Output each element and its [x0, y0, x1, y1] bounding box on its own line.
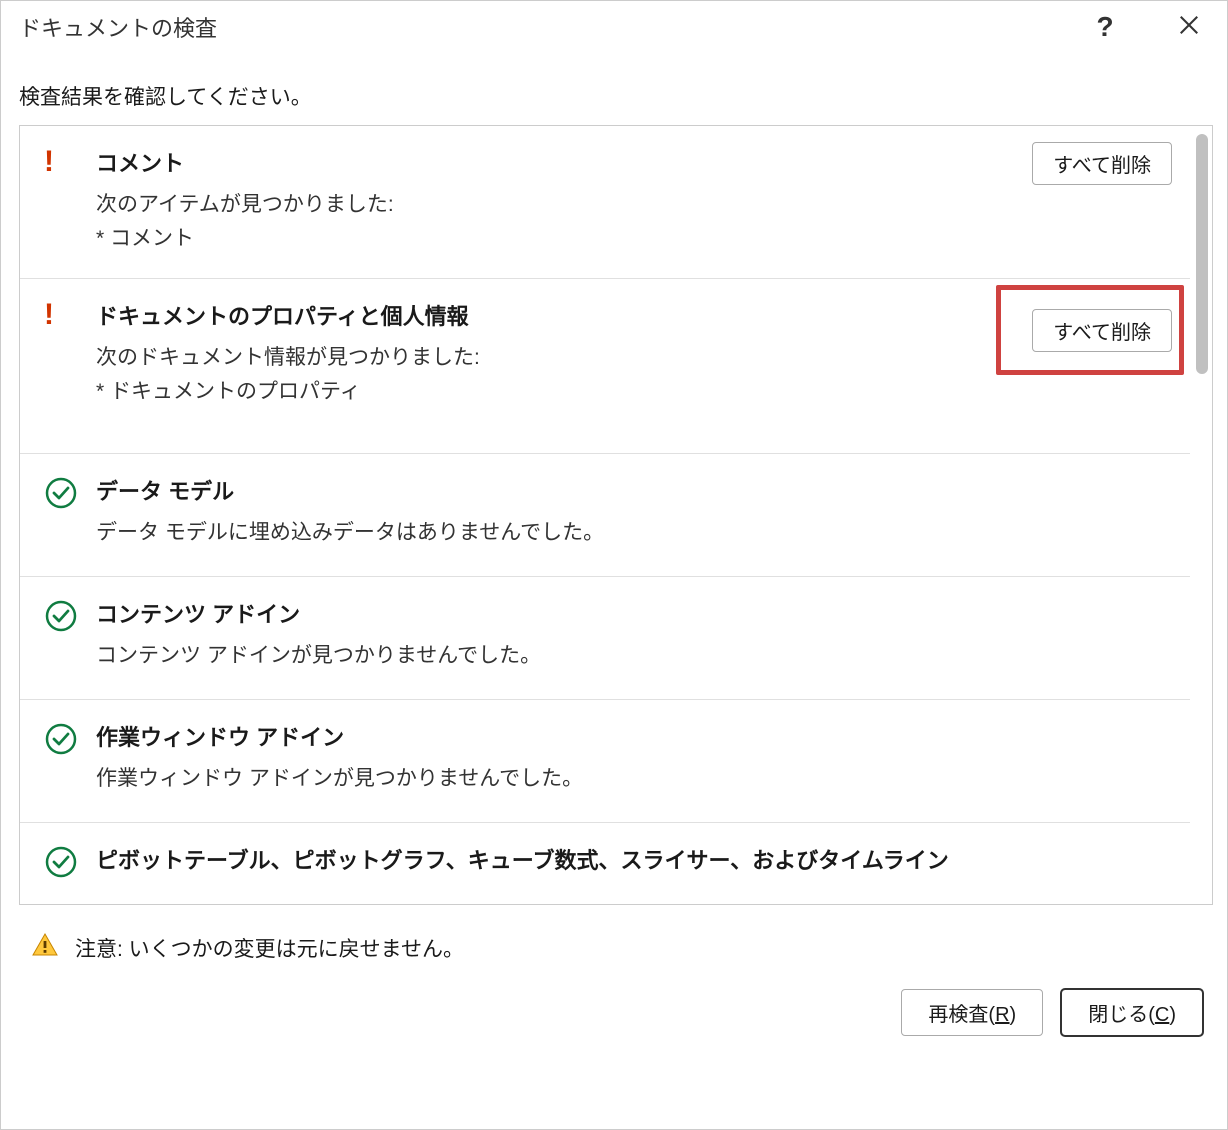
remove-all-button[interactable]: すべて削除 — [1032, 309, 1172, 352]
status-icon-col: ! — [44, 146, 96, 175]
remove-button-wrap: すべて削除 — [1032, 309, 1172, 352]
warning-text: 注意: いくつかの変更は元に戻せません。 — [75, 933, 464, 963]
remove-all-button[interactable]: すべて削除 — [1032, 142, 1172, 185]
dialog-footer: 注意: いくつかの変更は元に戻せません。 再検査(R) 閉じる(C) — [1, 911, 1227, 1058]
result-item-content-addins: コンテンツ アドイン コンテンツ アドインが見つかりませんでした。 — [20, 577, 1190, 700]
result-description: 次のアイテムが見つかりました: — [96, 188, 1002, 218]
reinspect-button[interactable]: 再検査(R) — [901, 989, 1043, 1036]
exclamation-icon: ! — [44, 148, 54, 175]
exclamation-icon: ! — [44, 301, 54, 328]
result-description: データ モデルに埋め込みデータはありませんでした。 — [96, 516, 1002, 546]
close-label-suffix: ) — [1169, 1004, 1176, 1026]
title-actions: ? — [1085, 11, 1209, 43]
status-icon-col — [44, 597, 96, 639]
reinspect-label-prefix: 再検査( — [928, 1004, 995, 1026]
results-list: ! コメント 次のアイテムが見つかりました: * コメント すべて削除 ! ドキ… — [20, 126, 1190, 904]
result-content: ピボットテーブル、ピボットグラフ、キューブ数式、スライサー、およびタイムライン — [96, 843, 1172, 885]
reinspect-accelerator: R — [995, 1004, 1009, 1026]
result-item-comments: ! コメント 次のアイテムが見つかりました: * コメント すべて削除 — [20, 126, 1190, 279]
result-title: ドキュメントのプロパティと個人情報 — [96, 299, 1002, 331]
result-item-pivot: ピボットテーブル、ピボットグラフ、キューブ数式、スライサー、およびタイムライン — [20, 823, 1190, 885]
result-description: コンテンツ アドインが見つかりませんでした。 — [96, 639, 1002, 669]
checkmark-icon — [44, 476, 78, 516]
checkmark-icon — [44, 599, 78, 639]
result-description: 作業ウィンドウ アドインが見つかりませんでした。 — [96, 762, 1002, 792]
button-row: 再検査(R) 閉じる(C) — [1, 975, 1227, 1058]
result-title: ピボットテーブル、ピボットグラフ、キューブ数式、スライサー、およびタイムライン — [96, 843, 1002, 875]
help-button[interactable]: ? — [1085, 11, 1125, 43]
status-icon-col: ! — [44, 299, 96, 328]
remove-button-wrap: すべて削除 — [1032, 142, 1172, 185]
result-content: コメント 次のアイテムが見つかりました: * コメント — [96, 146, 1172, 252]
close-icon[interactable] — [1169, 11, 1209, 43]
result-title: コメント — [96, 146, 1002, 178]
close-label-prefix: 閉じる( — [1088, 1004, 1155, 1026]
title-bar: ドキュメントの検査 ? — [1, 1, 1227, 53]
document-inspector-dialog: ドキュメントの検査 ? 検査結果を確認してください。 ! コメント 次のアイテム… — [0, 0, 1228, 1130]
dialog-title: ドキュメントの検査 — [19, 11, 1085, 43]
result-item-data-model: データ モデル データ モデルに埋め込みデータはありませんでした。 — [20, 454, 1190, 577]
result-detail: * コメント — [96, 222, 1002, 252]
result-content: データ モデル データ モデルに埋め込みデータはありませんでした。 — [96, 474, 1172, 550]
result-title: データ モデル — [96, 474, 1002, 506]
close-button[interactable]: 閉じる(C) — [1061, 989, 1203, 1036]
result-item-properties: ! ドキュメントのプロパティと個人情報 次のドキュメント情報が見つかりました: … — [20, 279, 1190, 454]
result-content: コンテンツ アドイン コンテンツ アドインが見つかりませんでした。 — [96, 597, 1172, 673]
status-icon-col — [44, 843, 96, 885]
result-detail: * ドキュメントのプロパティ — [96, 375, 1002, 405]
reinspect-label-suffix: ) — [1010, 1004, 1017, 1026]
close-accelerator: C — [1155, 1004, 1169, 1026]
result-item-taskpane-addins: 作業ウィンドウ アドイン 作業ウィンドウ アドインが見つかりませんでした。 — [20, 700, 1190, 823]
result-content: 作業ウィンドウ アドイン 作業ウィンドウ アドインが見つかりませんでした。 — [96, 720, 1172, 796]
scrollbar[interactable] — [1190, 126, 1212, 904]
result-title: コンテンツ アドイン — [96, 597, 1002, 629]
status-icon-col — [44, 474, 96, 516]
result-description: 次のドキュメント情報が見つかりました: — [96, 341, 1002, 371]
scroll-thumb[interactable] — [1196, 134, 1208, 374]
checkmark-icon — [44, 845, 78, 885]
checkmark-icon — [44, 722, 78, 762]
instruction-text: 検査結果を確認してください。 — [1, 53, 1227, 125]
warning-row: 注意: いくつかの変更は元に戻せません。 — [1, 919, 1227, 975]
result-title: 作業ウィンドウ アドイン — [96, 720, 1002, 752]
status-icon-col — [44, 720, 96, 762]
result-content: ドキュメントのプロパティと個人情報 次のドキュメント情報が見つかりました: * … — [96, 299, 1172, 405]
warning-triangle-icon — [31, 931, 59, 965]
results-panel: ! コメント 次のアイテムが見つかりました: * コメント すべて削除 ! ドキ… — [19, 125, 1213, 905]
